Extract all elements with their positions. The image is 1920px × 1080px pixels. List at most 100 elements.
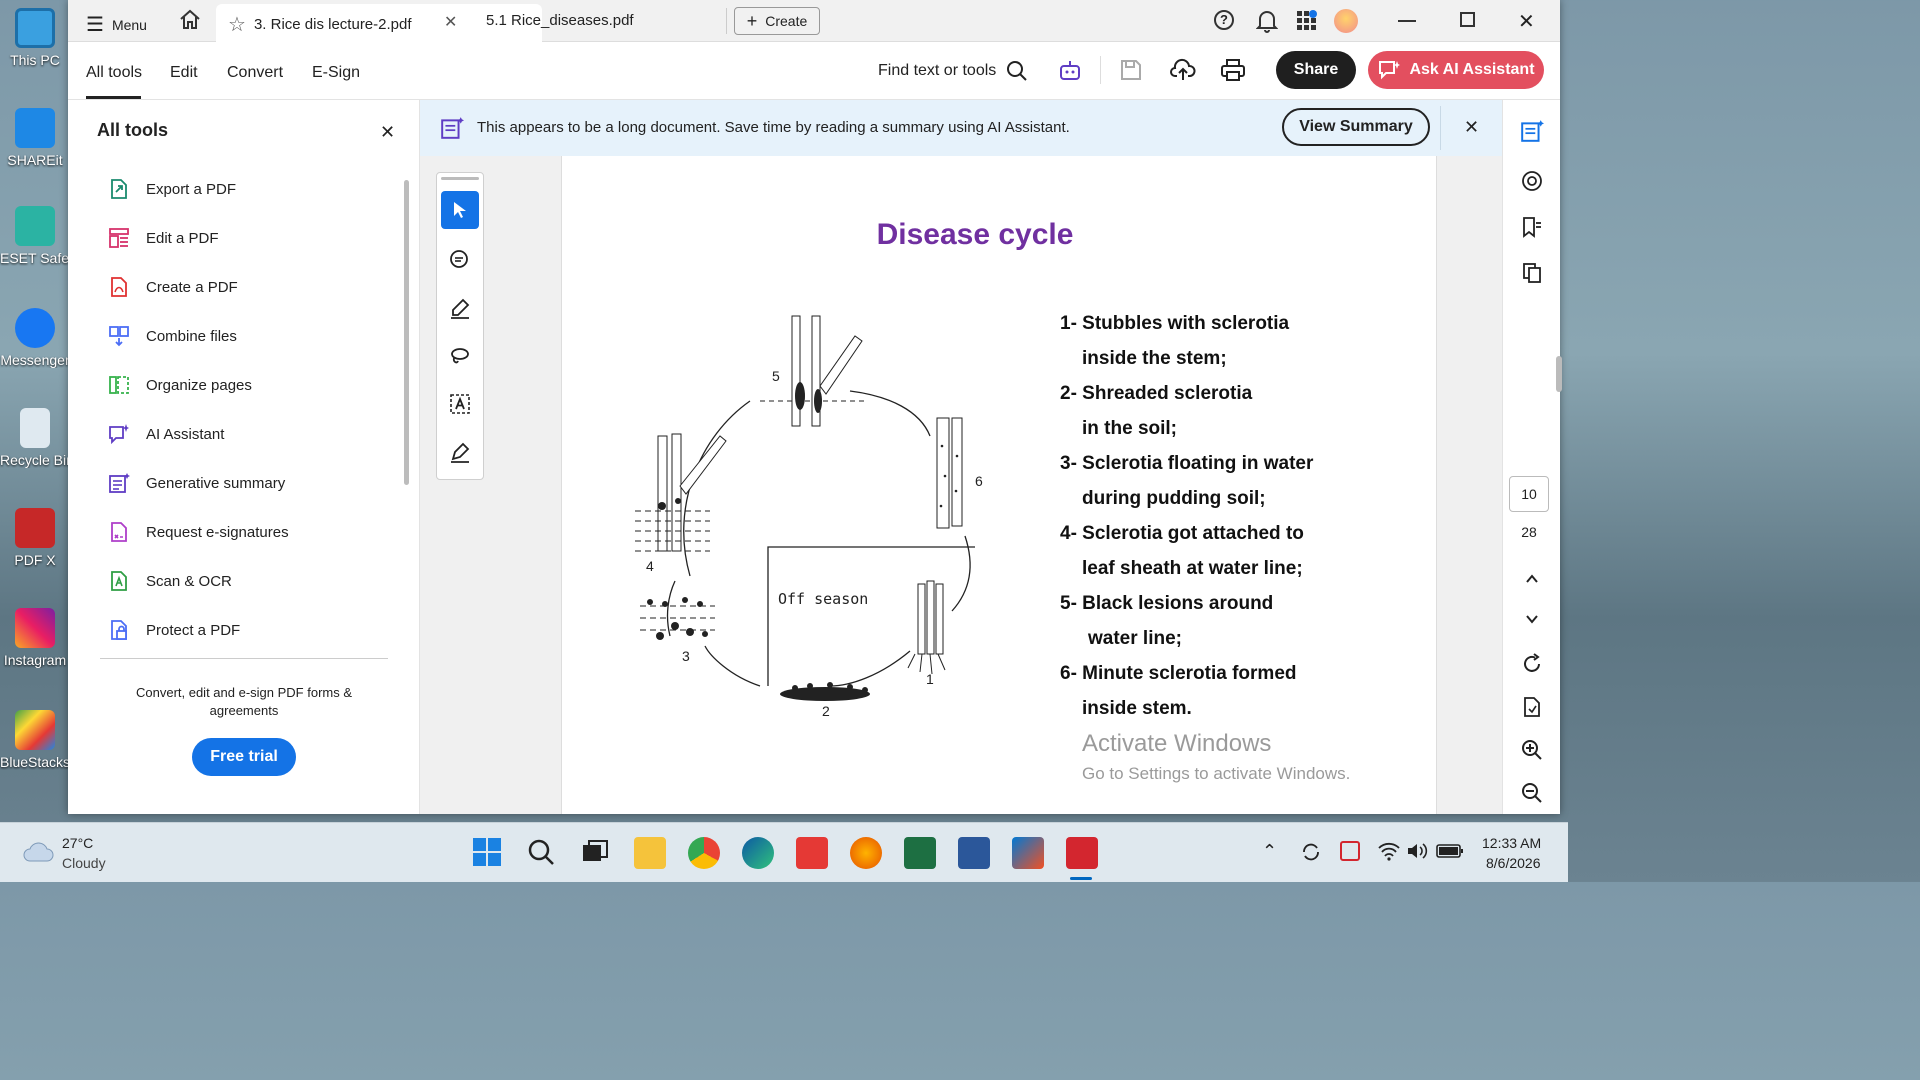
save-button[interactable] — [1120, 59, 1142, 85]
tab-esign[interactable]: E-Sign — [312, 64, 360, 82]
ask-ai-assistant-button[interactable]: Ask AI Assistant — [1368, 51, 1544, 89]
show-hidden-icons-button[interactable]: ⌃ — [1262, 841, 1277, 862]
find-tools-button[interactable]: Find text or tools — [878, 60, 1028, 82]
apps-button[interactable] — [1296, 10, 1318, 32]
select-tool-button[interactable] — [441, 191, 479, 229]
create-button[interactable]: + Create — [734, 7, 820, 35]
tool-protect-pdf[interactable]: Protect a PDF — [108, 619, 240, 641]
maximize-button[interactable] — [1460, 12, 1475, 27]
tool-combine-files[interactable]: Combine files — [108, 325, 237, 347]
tab-convert[interactable]: Convert — [227, 64, 283, 82]
file-explorer-button[interactable] — [634, 837, 666, 869]
ai-tools-icon — [1060, 61, 1080, 80]
tool-scan-ocr[interactable]: Scan & OCR — [108, 570, 232, 592]
cycle-arrow — [704, 645, 761, 687]
zoom-in-button[interactable] — [1519, 737, 1545, 763]
acrobat-tray-button[interactable] — [1340, 841, 1360, 864]
lasso-icon — [451, 348, 469, 364]
window-close-button[interactable]: ✕ — [1518, 9, 1535, 34]
panel-close-button[interactable]: ✕ — [380, 122, 395, 143]
page-display-button[interactable] — [1519, 694, 1545, 720]
tool-edit-pdf[interactable]: Edit a PDF — [108, 227, 219, 249]
home-button[interactable] — [178, 8, 202, 32]
rail-pages-button[interactable] — [1519, 260, 1545, 286]
volume-button[interactable] — [1406, 841, 1428, 864]
hamburger-icon: ☰ — [86, 14, 104, 36]
rail-comments-button[interactable] — [1519, 168, 1545, 194]
help-button[interactable]: ? — [1214, 10, 1234, 30]
rail-bookmarks-button[interactable] — [1519, 214, 1545, 240]
desktop-icon-pdfx[interactable]: PDF X — [0, 508, 70, 568]
next-page-button[interactable] — [1519, 606, 1545, 632]
desktop-icon-shareit[interactable]: SHAREit — [0, 108, 70, 168]
ai-tools-button[interactable] — [1058, 58, 1082, 86]
minimize-button[interactable] — [1398, 8, 1416, 22]
document-scrollbar[interactable] — [1556, 356, 1562, 392]
sync-tray-button[interactable] — [1300, 841, 1322, 866]
desktop-icon-instagram[interactable]: Instagram — [0, 608, 70, 668]
chrome-button[interactable] — [688, 837, 720, 869]
store-button[interactable] — [1012, 837, 1044, 869]
current-page-input[interactable]: 10 — [1509, 476, 1549, 512]
print-button[interactable] — [1220, 58, 1246, 86]
tool-generative-summary[interactable]: Generative summary — [108, 472, 285, 494]
view-summary-button[interactable]: View Summary — [1282, 108, 1430, 146]
clock-date[interactable]: 8/6/2026 — [1486, 855, 1541, 871]
upload-button[interactable] — [1170, 58, 1196, 86]
diagram-label-1: 1 — [926, 671, 934, 687]
edge-button[interactable] — [742, 837, 774, 869]
menu-button[interactable]: ☰ Menu — [86, 12, 147, 37]
cloud-icon — [23, 842, 54, 862]
battery-button[interactable] — [1436, 843, 1464, 862]
tab-rice-diseases[interactable]: 5.1 Rice_diseases.pdf — [486, 12, 634, 29]
tool-export-pdf[interactable]: Export a PDF — [108, 178, 236, 200]
star-icon[interactable]: ☆ — [228, 12, 246, 37]
previous-page-button[interactable] — [1519, 566, 1545, 592]
firefox-button[interactable] — [850, 837, 882, 869]
zoom-out-button[interactable] — [1519, 780, 1545, 806]
diagram-label-5: 5 — [772, 368, 780, 384]
highlight-tool-button[interactable] — [441, 289, 479, 327]
profile-avatar[interactable] — [1334, 9, 1358, 33]
desktop-icon-eset[interactable]: ESET Safe Banking — [0, 206, 70, 266]
desktop-icon-bluestacks[interactable]: BlueStacks — [0, 710, 70, 770]
tab-edit[interactable]: Edit — [170, 64, 198, 82]
banner-close-button[interactable]: ✕ — [1464, 117, 1479, 138]
start-button[interactable] — [472, 837, 504, 869]
tool-request-esignatures[interactable]: Request e-signatures — [108, 521, 289, 543]
draw-tool-button[interactable] — [441, 337, 479, 375]
tab-close-button[interactable]: ✕ — [444, 12, 457, 32]
rotate-button[interactable] — [1519, 651, 1545, 677]
network-button[interactable] — [1378, 841, 1400, 864]
desktop-icon-recycle-bin[interactable]: Recycle Bin — [0, 408, 70, 468]
desktop-icon-this-pc[interactable]: This PC — [0, 8, 70, 68]
free-trial-button[interactable]: Free trial — [192, 738, 296, 776]
text-select-tool-button[interactable] — [441, 385, 479, 423]
desktop-icon-messenger[interactable]: Messenger — [0, 308, 70, 368]
word-button[interactable] — [958, 837, 990, 869]
tool-organize-pages[interactable]: Organize pages — [108, 374, 252, 396]
weather-widget[interactable] — [22, 841, 54, 867]
search-taskbar-button[interactable] — [526, 837, 558, 869]
tab-rice-dis-lecture-content[interactable]: ☆ 3. Rice dis lecture-2.pdf — [228, 12, 412, 37]
notifications-button[interactable] — [1256, 9, 1278, 33]
panel-scrollbar[interactable] — [404, 180, 409, 485]
tab-all-tools[interactable]: All tools — [86, 64, 142, 82]
acrobat-taskbar-button[interactable] — [1066, 837, 1098, 869]
generative-summary-icon — [440, 116, 464, 144]
toolbar-drag-handle[interactable] — [441, 177, 479, 180]
anydesk-button[interactable] — [796, 837, 828, 869]
task-view-button[interactable] — [580, 837, 612, 869]
comment-tool-button[interactable] — [441, 241, 479, 279]
share-button[interactable]: Share — [1276, 51, 1356, 89]
rail-summary-button[interactable] — [1519, 118, 1545, 144]
list-item: 3- Sclerotia floating in water — [1060, 453, 1314, 474]
tool-create-pdf[interactable]: Create a PDF — [108, 276, 238, 298]
all-tools-panel: All tools ✕ Export a PDF Edit a PDF Crea… — [68, 100, 420, 814]
clock-time[interactable]: 12:33 AM — [1482, 835, 1541, 851]
promo-text: Convert, edit and e-sign PDF forms & agr… — [135, 685, 353, 718]
tool-ai-assistant[interactable]: AI Assistant — [108, 423, 224, 445]
list-item: inside stem. — [1082, 698, 1192, 719]
sign-tool-button[interactable] — [441, 433, 479, 471]
excel-button[interactable] — [904, 837, 936, 869]
